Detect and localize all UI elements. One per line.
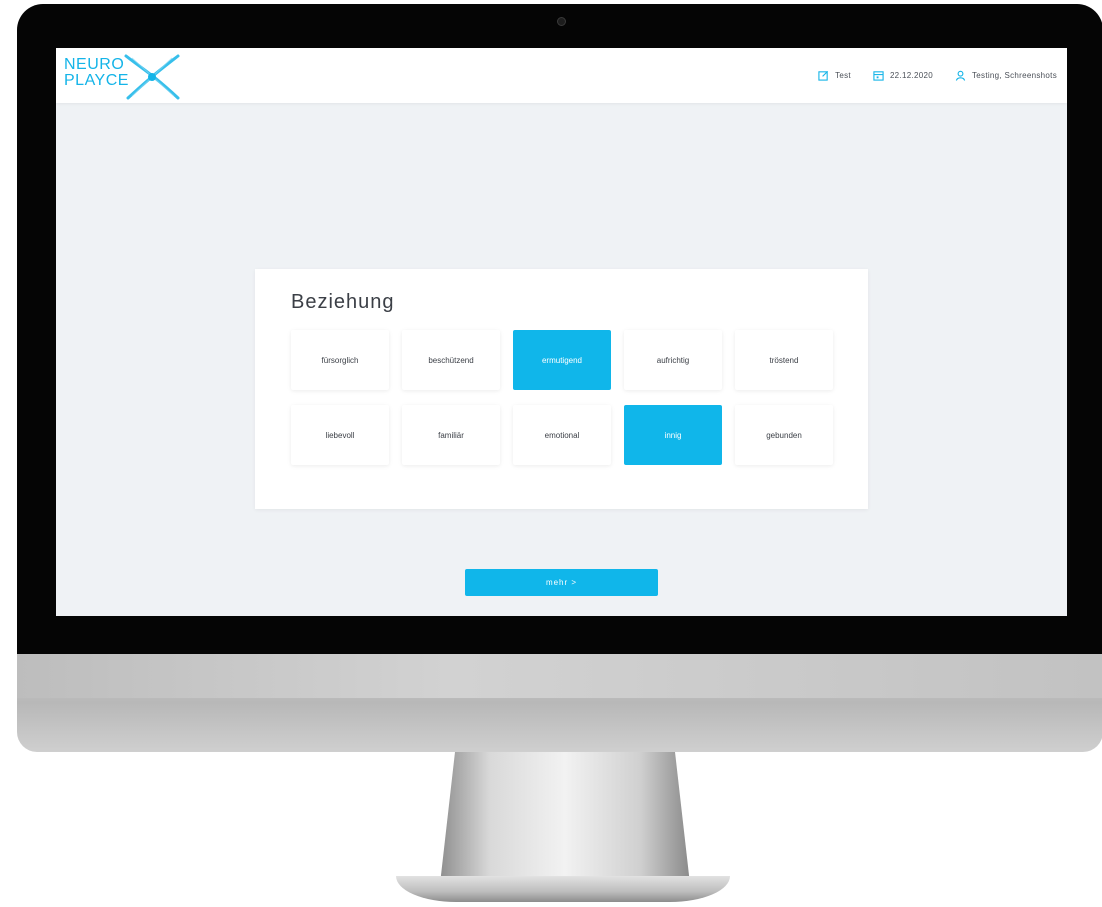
option-gebunden[interactable]: gebunden: [735, 405, 833, 465]
calendar-icon: [873, 70, 884, 81]
header-test-item[interactable]: Test: [818, 70, 851, 81]
logo-text: NEURO PLAYCE: [64, 57, 129, 89]
selection-card: Beziehung fürsorglich beschützend ermuti…: [255, 269, 868, 509]
header-date-label: 22.12.2020: [889, 70, 933, 80]
logo-line-1: NEURO: [64, 56, 125, 73]
option-grid: fürsorglich beschützend ermutigend aufri…: [291, 330, 833, 465]
monitor-base: [396, 876, 730, 902]
logo-line-2: PLAYCE: [64, 72, 129, 89]
option-beschuetzend[interactable]: beschützend: [402, 330, 500, 390]
more-button[interactable]: mehr >: [465, 569, 658, 596]
option-liebevoll[interactable]: liebevoll: [291, 405, 389, 465]
header-user-label: Testing, Schreenshots: [971, 70, 1057, 80]
monitor-chin: [17, 654, 1102, 752]
header-user-item[interactable]: Testing, Schreenshots: [955, 70, 1057, 81]
option-aufrichtig[interactable]: aufrichtig: [624, 330, 722, 390]
option-ermutigend[interactable]: ermutigend: [513, 330, 611, 390]
header-test-label: Test: [835, 70, 851, 80]
option-troestend[interactable]: tröstend: [735, 330, 833, 390]
app-screen: NEURO PLAYCE Test 22.12.2020 Testing, Sc…: [56, 48, 1067, 616]
option-emotional[interactable]: emotional: [513, 405, 611, 465]
camera-icon: [557, 17, 566, 26]
monitor-stand: [440, 752, 690, 884]
edit-icon: [818, 70, 829, 81]
option-innig[interactable]: innig: [624, 405, 722, 465]
top-bar: NEURO PLAYCE Test 22.12.2020 Testing, Sc…: [56, 48, 1067, 103]
option-familiaer[interactable]: familiär: [402, 405, 500, 465]
option-fuersorglich[interactable]: fürsorglich: [291, 330, 389, 390]
user-icon: [955, 70, 966, 81]
header-date-item[interactable]: 22.12.2020: [873, 70, 933, 81]
logo-x-icon: [124, 54, 180, 100]
logo[interactable]: NEURO PLAYCE: [64, 54, 184, 100]
card-title: Beziehung: [291, 291, 395, 313]
header-nav: Test 22.12.2020 Testing, Schreenshots: [818, 68, 1057, 82]
